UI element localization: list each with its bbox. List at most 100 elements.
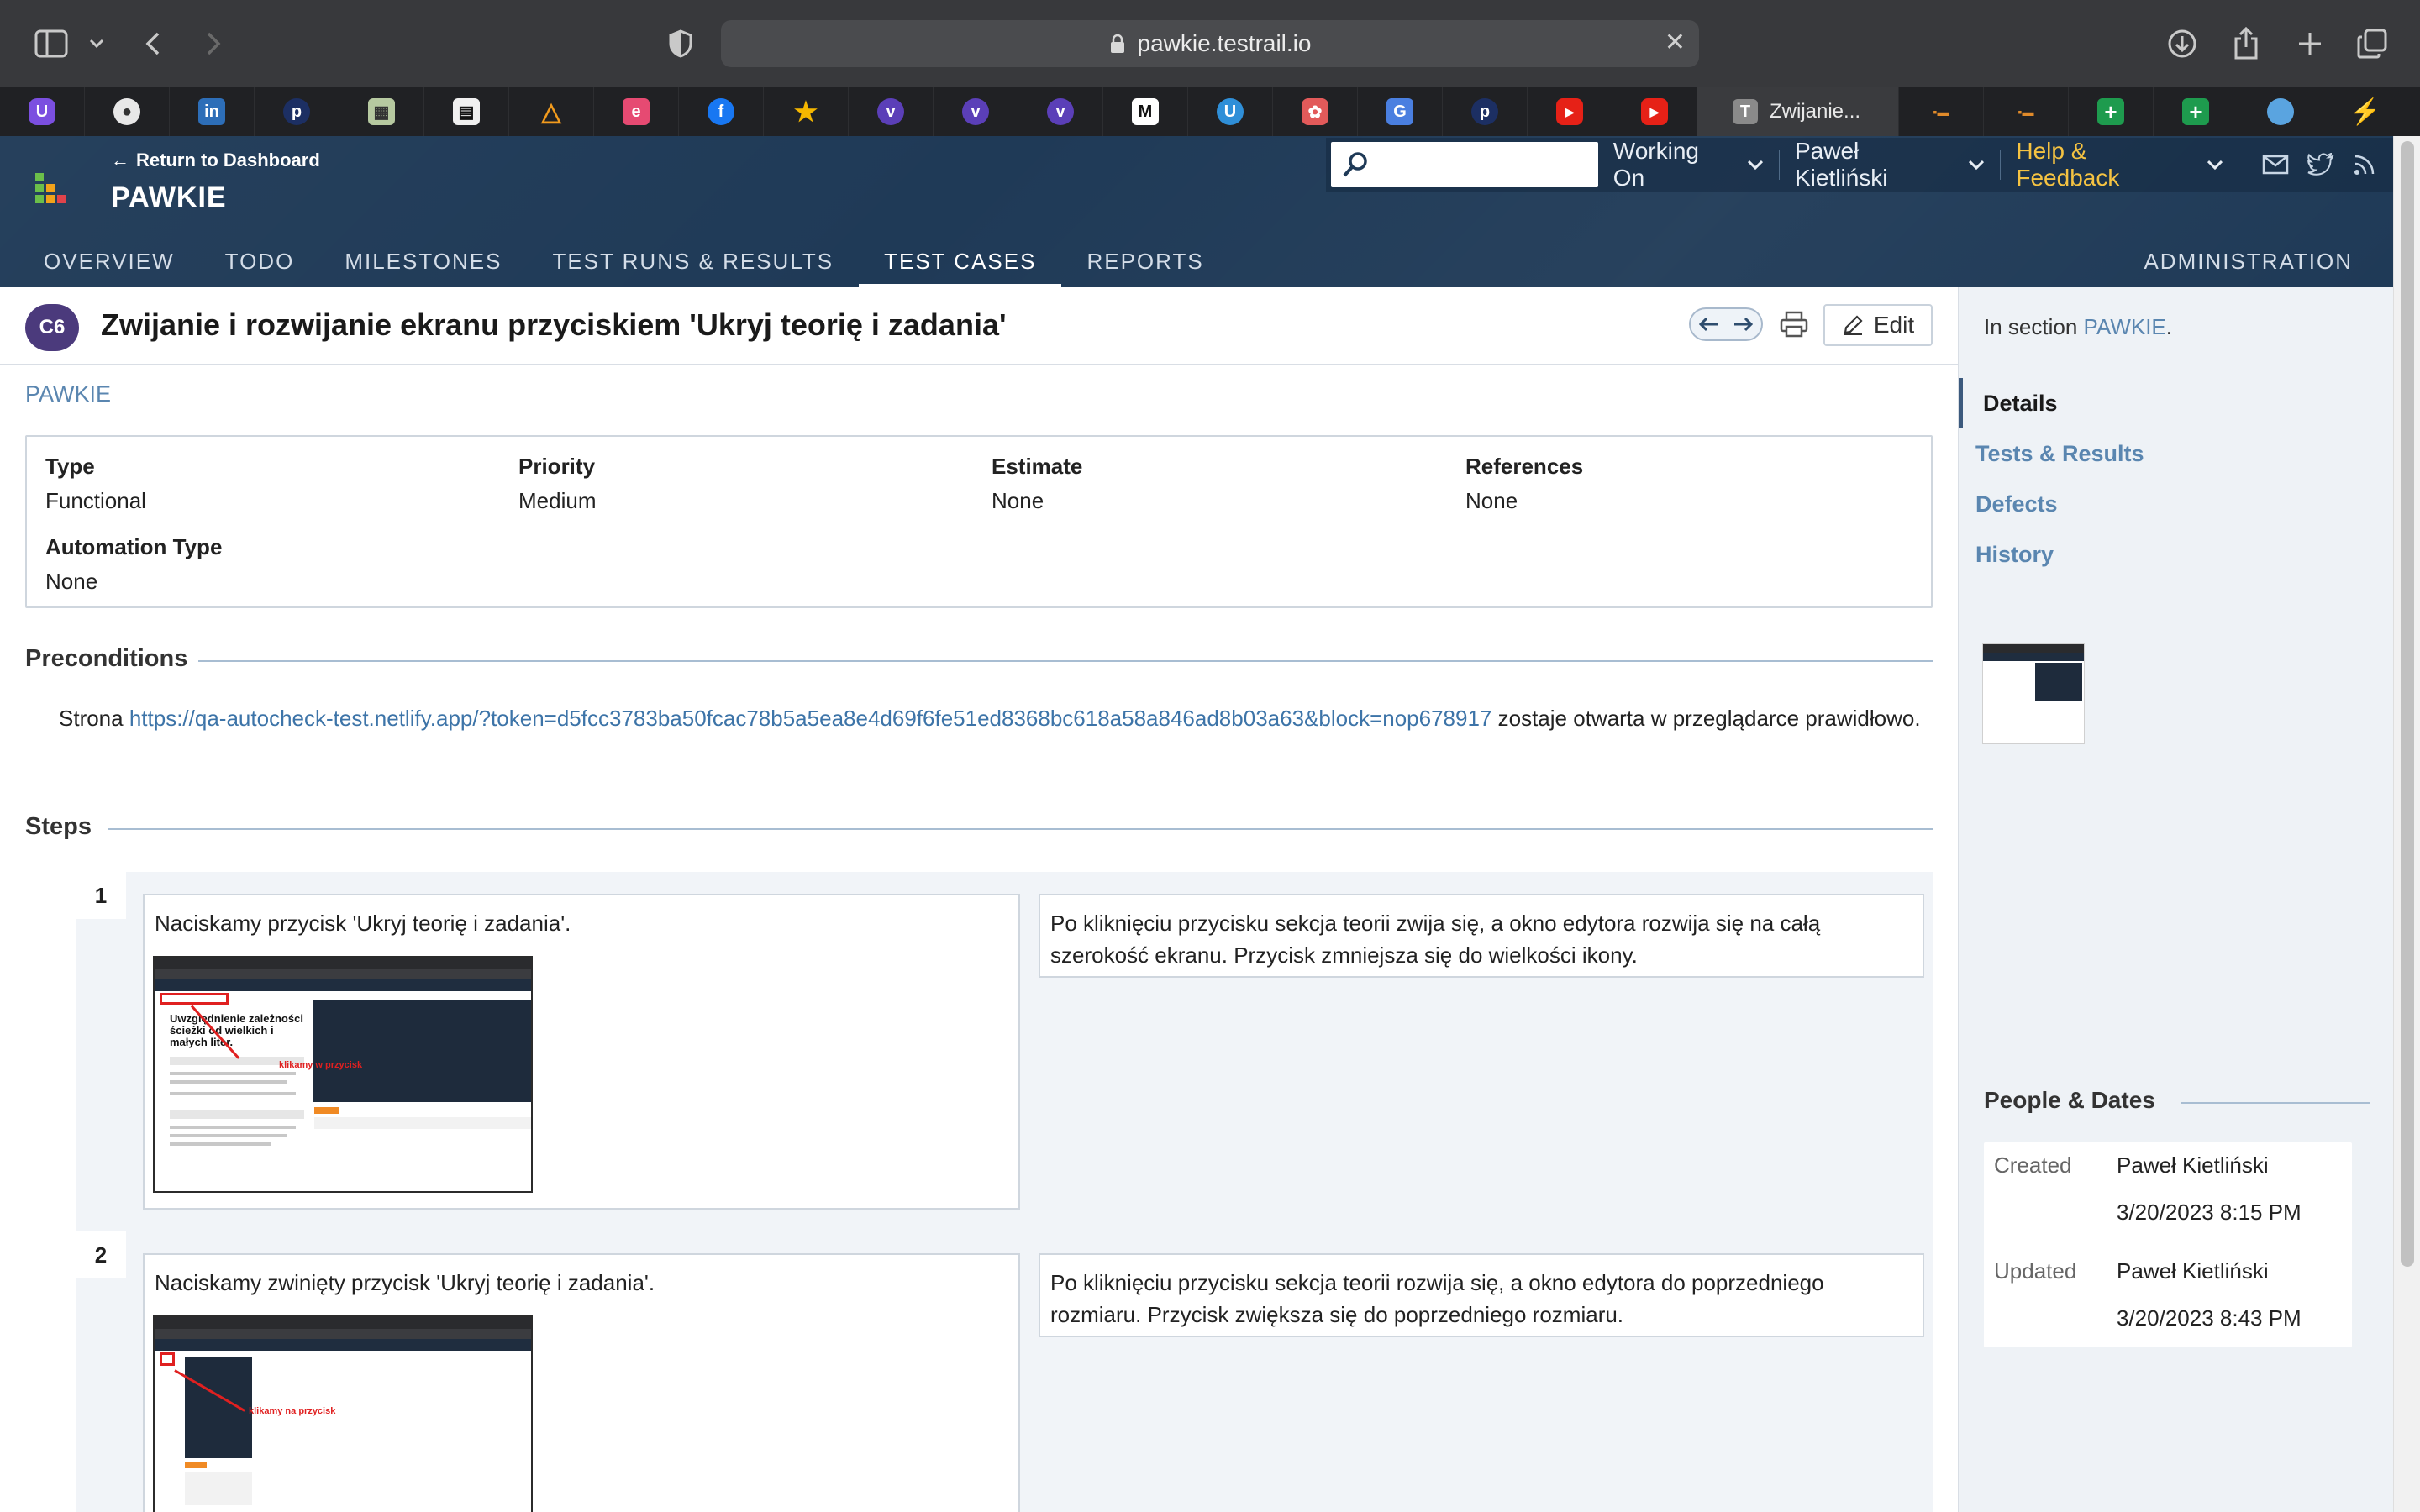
back-icon[interactable] [138,24,168,64]
address-bar[interactable]: pawkie.testrail.io ✕ [721,20,1699,67]
tab-favicon[interactable]: ▦ [339,87,424,136]
tab-favicon[interactable]: U [0,87,85,136]
working-on-menu[interactable]: Working On [1613,138,1764,192]
attachment-thumbnail[interactable] [1982,643,2085,744]
testrail-logo-icon[interactable] [35,173,71,208]
step-expected: Po kliknięciu przycisku sekcja teorii zw… [1039,894,1924,978]
tab-favicon[interactable]: ★ [764,87,849,136]
scrollbar-thumb[interactable] [2401,141,2414,1267]
tab-favicon[interactable]: v [1018,87,1103,136]
p-icon: p [283,98,310,125]
tab-favicon[interactable]: ⚡ [2323,87,2407,136]
share-icon[interactable] [2227,24,2265,64]
download-icon[interactable] [2163,24,2202,64]
tab-favicon[interactable]: ▪▬ [1899,87,1984,136]
tab-favicon[interactable]: ▪▬ [1984,87,2069,136]
user-menu[interactable]: Paweł Kietliński [1795,138,1985,192]
tab-favicon[interactable]: ▤ [424,87,509,136]
step-action-text: Naciskamy zwinięty przycisk 'Ukryj teori… [155,1270,655,1295]
nav-reports[interactable]: REPORTS [1061,235,1228,287]
facebook-icon: f [708,98,734,125]
field-value: None [45,569,98,594]
chevron-down-icon [1969,160,1985,171]
translate-icon: G [1386,98,1413,125]
search-input[interactable] [1331,142,1598,187]
print-icon[interactable] [1778,307,1810,341]
sidebar-toggle-icon[interactable] [30,24,72,64]
forward-icon[interactable] [198,24,229,64]
edit-button[interactable]: Edit [1823,304,1933,346]
new-tab-icon[interactable] [2291,24,2329,64]
tab-favicon[interactable]: e [594,87,679,136]
thumb-editor [2035,663,2082,701]
tab-favicon[interactable]: in [170,87,255,136]
shot-line [170,1110,304,1119]
field-label: References [1465,454,1584,479]
nav-administration[interactable]: ADMINISTRATION [2144,235,2353,287]
case-content: C6 Zwijanie i rozwijanie ekranu przycisk… [0,287,1958,1512]
bird-icon: ● [113,98,140,125]
field-value: Medium [518,488,597,513]
in-section-link[interactable]: PAWKIE [2084,314,2166,339]
page-scrollbar[interactable] [2393,136,2420,1512]
step-action: Naciskamy przycisk 'Ukryj teorię i zadan… [143,894,1020,1210]
tab-favicon[interactable]: ▶ [1528,87,1612,136]
sidebar-item-defects[interactable]: Defects [1959,479,2394,529]
tab-favicon[interactable] [2238,87,2323,136]
preconditions-text: Strona https://qa-autocheck-test.netlify… [59,702,1924,734]
breadcrumb-link[interactable]: PAWKIE [25,381,111,407]
tab-active[interactable]: T Zwijanie... [1697,87,1899,136]
sidebar-item-tests-results[interactable]: Tests & Results [1959,428,2394,479]
sidebar-item-details[interactable]: Details [1959,378,2394,428]
shot-line [170,1126,296,1129]
step-number: 1 [76,872,126,919]
twitter-icon[interactable] [2307,153,2334,176]
nav-overview[interactable]: OVERVIEW [18,235,200,287]
tab-favicon[interactable]: v [849,87,934,136]
mail-icon[interactable] [2262,155,2289,175]
shot-results [185,1472,252,1505]
return-to-dashboard-link[interactable]: ← Return to Dashboard [111,150,320,171]
nav-test-cases[interactable]: TEST CASES [859,235,1062,287]
tab-favicon[interactable]: M [1103,87,1188,136]
help-feedback-menu[interactable]: Help & Feedback [2016,138,2223,192]
app-header: ← Return to Dashboard PAWKIE Working On … [0,136,2393,287]
tab-favicon[interactable]: ● [85,87,170,136]
edit-label: Edit [1873,312,1915,338]
tab-overview-icon[interactable] [2353,24,2391,64]
tab-favicon[interactable]: U [1188,87,1273,136]
tab-favicon[interactable]: △ [509,87,594,136]
in-section: In section PAWKIE. [1984,314,2172,340]
field-value: None [992,488,1044,513]
arrow-left-icon[interactable] [1697,316,1719,333]
nav-milestones[interactable]: MILESTONES [319,235,527,287]
chevron-down-icon[interactable] [84,24,109,64]
tab-favicon[interactable]: p [255,87,339,136]
tab-favicon[interactable]: G [1358,87,1443,136]
shield-icon[interactable] [664,24,697,64]
field-label: Priority [518,454,596,479]
tab-favicon[interactable]: ✿ [1273,87,1358,136]
step-screenshot[interactable]: Uwzględnienie zależności ścieżki od wiel… [153,956,533,1193]
sidebar-item-history[interactable]: History [1959,529,2394,580]
divider [2000,150,2002,180]
shot-line [170,1134,287,1137]
tab-favicon[interactable]: + [2069,87,2154,136]
shot-header [155,1339,531,1351]
nav-test-runs-results[interactable]: TEST RUNS & RESULTS [527,235,859,287]
shot-results [314,1117,531,1129]
precondition-link[interactable]: https://qa-autocheck-test.netlify.app/?t… [129,706,1492,731]
clear-url-icon[interactable]: ✕ [1665,30,1686,55]
tab-favicon[interactable]: ▶ [1612,87,1697,136]
tab-favicon[interactable]: + [2154,87,2238,136]
people-dates: Created Paweł Kietliński 3/20/2023 8:15 … [1984,1142,2352,1347]
arrow-right-icon[interactable] [1733,316,1754,333]
tab-favicon[interactable]: v [934,87,1018,136]
tab-favicon[interactable]: p [1443,87,1528,136]
step-screenshot[interactable]: klikamy na przycisk [153,1315,533,1512]
linkedin-icon: in [198,98,225,125]
updated-by: Paweł Kietliński [2117,1258,2269,1284]
tab-favicon[interactable]: f [679,87,764,136]
nav-todo[interactable]: TODO [200,235,320,287]
rss-icon[interactable] [2353,153,2376,176]
